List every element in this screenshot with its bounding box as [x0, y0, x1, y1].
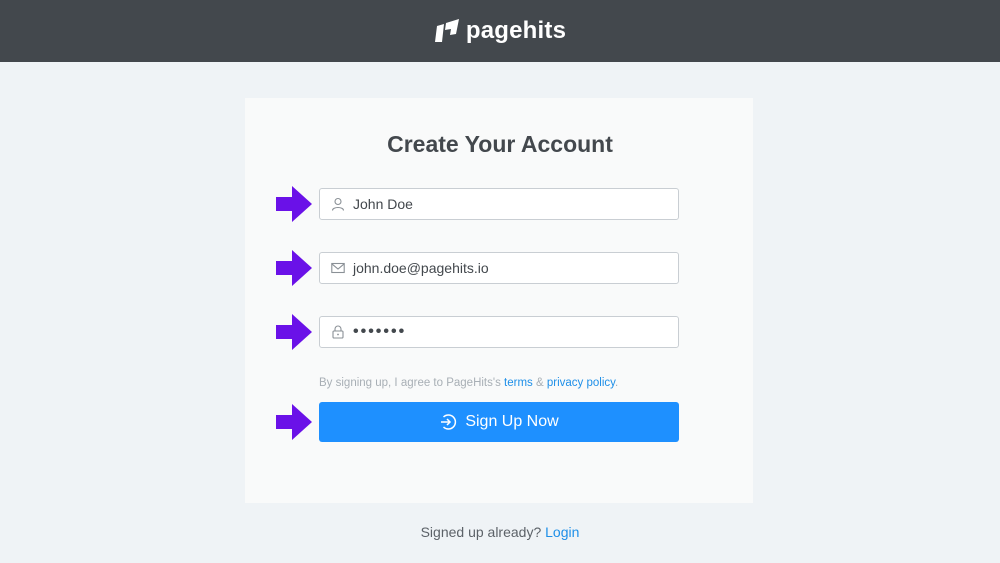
- lock-icon: [323, 317, 353, 347]
- brand-name: pagehits: [465, 17, 567, 44]
- name-field[interactable]: John Doe: [319, 188, 679, 220]
- sign-up-button-label: Sign Up Now: [465, 413, 559, 430]
- arrow-right-icon: [276, 250, 312, 286]
- arrow-right-icon: [276, 186, 312, 222]
- login-link[interactable]: Login: [545, 524, 579, 540]
- password-field-value: •••••••: [353, 323, 407, 340]
- email-field-value: john.doe@pagehits.io: [353, 260, 489, 276]
- user-icon: [323, 189, 353, 219]
- terms-suffix: .: [615, 377, 619, 389]
- terms-link[interactable]: terms: [504, 377, 533, 389]
- sign-up-button[interactable]: Sign Up Now: [319, 402, 679, 442]
- pagehits-logo-icon: [434, 19, 459, 42]
- email-field[interactable]: john.doe@pagehits.io: [319, 252, 679, 284]
- terms-text: By signing up, I agree to PageHits's ter…: [319, 377, 618, 389]
- arrow-right-icon: [276, 404, 312, 440]
- login-prompt: Signed up already? Login: [0, 524, 1000, 540]
- terms-ampersand: &: [535, 377, 544, 389]
- login-prompt-text: Signed up already?: [420, 524, 542, 540]
- page-title: Create Your Account: [387, 131, 613, 157]
- top-header: pagehits: [0, 0, 1000, 62]
- password-field[interactable]: •••••••: [319, 316, 679, 348]
- privacy-policy-link[interactable]: privacy policy: [547, 377, 615, 389]
- brand-logo[interactable]: pagehits: [434, 17, 566, 45]
- arrow-right-icon: [276, 314, 312, 350]
- terms-prefix: By signing up, I agree to PageHits's: [319, 377, 501, 389]
- name-field-value: John Doe: [353, 196, 413, 212]
- envelope-icon: [323, 253, 353, 283]
- sign-in-icon: [441, 414, 457, 430]
- signup-card: [245, 98, 753, 503]
